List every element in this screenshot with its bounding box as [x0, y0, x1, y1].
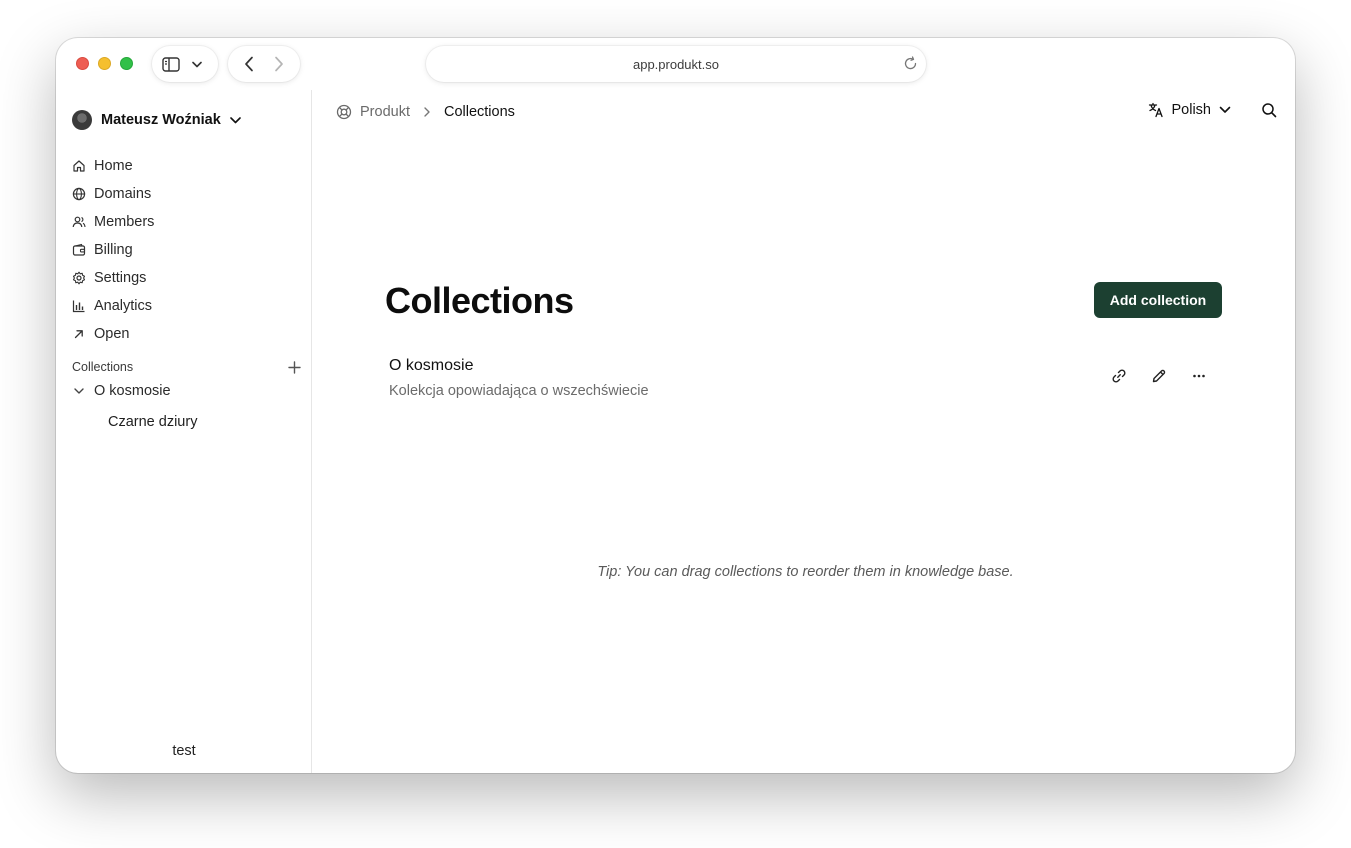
sidebar-toggle-button[interactable] — [152, 46, 218, 82]
chevron-down-icon[interactable] — [72, 384, 86, 398]
sidebar-item-home[interactable]: Home — [72, 152, 154, 180]
sidebar-collection-label: O kosmosie — [94, 383, 171, 399]
sidebar-item-label: Billing — [94, 242, 133, 258]
chevron-down-icon — [1219, 106, 1231, 113]
globe-icon — [72, 187, 86, 201]
sidebar-icon — [162, 56, 180, 72]
collection-actions — [1111, 368, 1207, 384]
reload-icon[interactable] — [903, 56, 918, 71]
breadcrumb: Produkt Collections — [336, 104, 515, 120]
add-collection-button[interactable]: Add collection — [1094, 282, 1222, 318]
breadcrumb-current: Collections — [443, 104, 515, 120]
sidebar-item-label: Members — [94, 214, 155, 230]
avatar — [72, 110, 92, 130]
edit-button[interactable] — [1151, 368, 1167, 384]
sidebar-item-open[interactable]: Open — [72, 320, 154, 348]
user-name: Mateusz Woźniak — [101, 112, 221, 128]
pencil-icon — [1152, 369, 1166, 383]
browser-window: app.produkt.so Mateusz Woźniak Home Doma… — [56, 38, 1295, 773]
sidebar-collection-o-kosmosie[interactable]: O kosmosie — [72, 383, 171, 399]
chevron-right-icon — [424, 107, 430, 117]
plus-icon[interactable] — [288, 360, 301, 374]
sidebar: Mateusz Woźniak Home Domains Members Bil… — [56, 90, 312, 773]
chevron-down-icon — [192, 61, 202, 67]
collections-section-title: Collections — [72, 360, 134, 374]
sidebar-item-settings[interactable]: Settings — [72, 264, 154, 292]
url-text: app.produkt.so — [632, 56, 719, 72]
language-label: Polish — [1171, 102, 1212, 118]
collection-description: Kolekcja opowiadająca o wszechświecie — [389, 383, 649, 399]
address-bar[interactable]: app.produkt.so — [426, 46, 926, 82]
minimize-window-button[interactable] — [98, 57, 111, 70]
sidebar-item-label: Home — [94, 158, 133, 174]
arrow-up-right-icon — [74, 330, 83, 339]
back-icon[interactable] — [244, 56, 254, 72]
header-actions: Polish — [1148, 102, 1278, 118]
copy-link-button[interactable] — [1111, 368, 1127, 384]
sidebar-item-label: Analytics — [94, 298, 153, 314]
sidebar-nav: Home Domains Members Billing Settings An… — [72, 152, 154, 348]
sidebar-item-label: Open — [94, 326, 130, 342]
sidebar-item-analytics[interactable]: Analytics — [72, 292, 154, 320]
collections-section-header: Collections — [72, 360, 301, 374]
sidebar-item-label: Domains — [94, 186, 152, 202]
collection-name: O kosmosie — [389, 357, 474, 374]
more-options-button[interactable] — [1191, 368, 1207, 384]
sidebar-item-label: Settings — [94, 270, 147, 286]
language-selector[interactable]: Polish — [1148, 102, 1232, 118]
users-icon — [72, 216, 86, 228]
main-content: Produkt Collections Polish Collections A… — [312, 90, 1295, 773]
close-window-button[interactable] — [76, 57, 89, 70]
chevron-down-icon — [229, 116, 241, 123]
bar-chart-icon — [72, 300, 85, 313]
translate-icon — [1148, 102, 1163, 118]
sidebar-item-members[interactable]: Members — [72, 208, 154, 236]
reorder-tip: Tip: You can drag collections to reorder… — [597, 564, 1014, 580]
sidebar-footer: test — [172, 743, 196, 759]
more-horizontal-icon — [1193, 374, 1205, 378]
wallet-icon — [72, 243, 86, 256]
link-icon — [1112, 369, 1126, 383]
breadcrumb-root-label: Produkt — [360, 104, 410, 120]
navigation-buttons — [228, 46, 300, 82]
sidebar-item-billing[interactable]: Billing — [72, 236, 154, 264]
zoom-window-button[interactable] — [120, 57, 133, 70]
sidebar-item-domains[interactable]: Domains — [72, 180, 154, 208]
lifebuoy-icon — [336, 104, 352, 120]
breadcrumb-root[interactable]: Produkt — [336, 104, 410, 120]
forward-icon[interactable] — [274, 56, 284, 72]
page-title: Collections — [385, 280, 574, 321]
search-icon[interactable] — [1261, 102, 1277, 118]
gear-icon — [72, 271, 86, 285]
user-menu[interactable]: Mateusz Woźniak — [72, 110, 241, 130]
home-icon — [73, 160, 85, 172]
window-controls — [76, 57, 133, 70]
collection-card[interactable]: O kosmosie Kolekcja opowiadająca o wszec… — [389, 357, 1223, 399]
sidebar-subcollection-czarne-dziury[interactable]: Czarne dziury — [108, 414, 197, 430]
